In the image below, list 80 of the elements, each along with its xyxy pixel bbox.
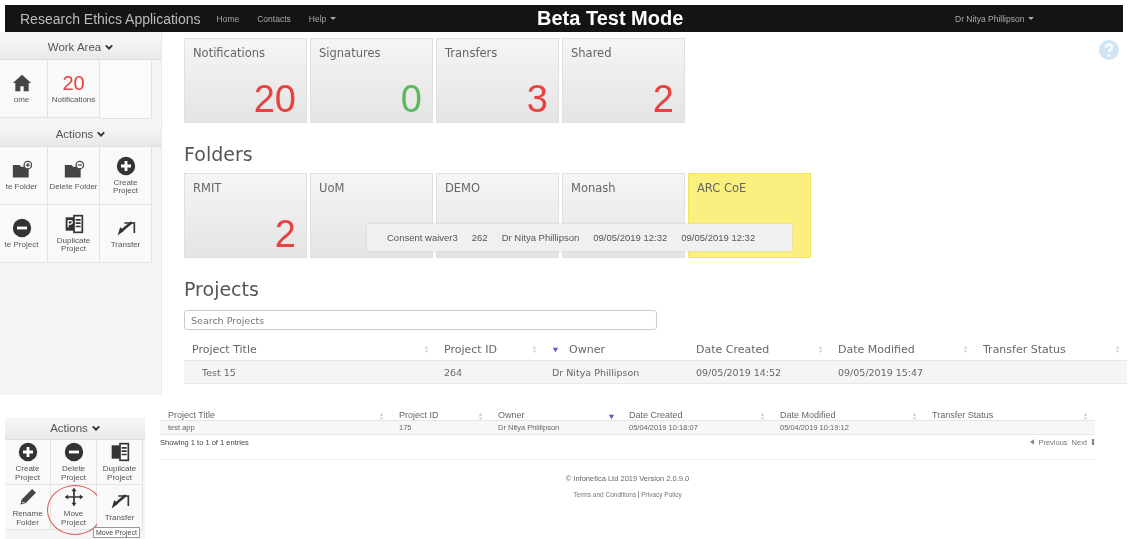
column-header[interactable]: Transfer Status: [932, 411, 994, 420]
user-menu[interactable]: Dr Nitya Phillipson: [955, 13, 1025, 24]
tile-count: 0: [400, 80, 422, 118]
column-header[interactable]: Date Created: [629, 411, 683, 420]
action-button[interactable]: Delete Folder: [48, 147, 100, 205]
move-arrows-icon: [63, 487, 84, 508]
column-header[interactable]: Project ID: [444, 342, 497, 356]
previous-arrow-icon: [1030, 439, 1035, 445]
help-icon[interactable]: [1099, 40, 1119, 60]
tile-label: Signatures: [319, 46, 381, 60]
empty-slot: [100, 60, 152, 119]
chevron-icon: [91, 424, 100, 432]
column-header[interactable]: Date Created: [696, 342, 770, 356]
column-header[interactable]: Owner: [498, 411, 525, 420]
tile-label: Shared: [571, 46, 612, 60]
tile-count: 3: [526, 80, 548, 118]
tile-label: Monash: [571, 181, 616, 195]
sidebar-button[interactable]: 20 Notifications: [48, 60, 100, 118]
summary-tile[interactable]: Shared 2: [562, 38, 685, 123]
action-button[interactable]: Transfer: [97, 485, 143, 530]
duplicate-icon: [63, 213, 84, 234]
action-button[interactable]: te Folder: [0, 147, 48, 205]
action-button[interactable]: Create Project: [100, 147, 152, 205]
row-text: 09/05/2019 12:32: [593, 232, 668, 243]
table-cell: Test 15: [184, 361, 436, 384]
chevron-icon: [105, 43, 114, 51]
column-header[interactable]: Date Modified: [838, 342, 915, 356]
table-cell: 09/05/2019 14:52: [688, 361, 830, 384]
app-title[interactable]: Research Ethics Applications: [20, 10, 201, 27]
summary-tile[interactable]: Notifications 20: [184, 38, 307, 123]
table-cell: 264: [436, 361, 544, 384]
mode-title: Beta Test Mode: [537, 7, 684, 30]
notification-count: 20: [62, 72, 85, 93]
folder-tile[interactable]: RMIT 2: [184, 173, 307, 258]
nav-link[interactable]: Contacts: [257, 13, 291, 24]
action-button[interactable]: Create Project: [5, 440, 51, 485]
duplicate-icon: [109, 442, 130, 463]
search-field[interactable]: Search Projects: [184, 310, 657, 330]
action-button[interactable]: Duplicate Project: [97, 440, 143, 485]
nav-link[interactable]: Home: [216, 13, 240, 24]
table-cell: 09/05/2019 15:47: [830, 361, 975, 384]
folder-plus-icon: [11, 159, 32, 180]
plus-circle-icon: [115, 155, 136, 176]
chevron-icon: [97, 130, 106, 138]
action-button[interactable]: Rename Folder: [5, 485, 51, 530]
column-header[interactable]: Project Title: [192, 342, 257, 356]
tile-label: Notifications: [193, 46, 265, 60]
action-button[interactable]: Delete Project: [51, 440, 97, 485]
tile-label: RMIT: [193, 181, 222, 195]
tile-count: 20: [253, 80, 296, 118]
summary-tile[interactable]: Signatures 0: [310, 38, 433, 123]
minus-circle-icon: [11, 217, 32, 238]
tile-count: 2: [274, 215, 296, 253]
tile-label: DEMO: [445, 181, 481, 195]
tile-label: ARC CoE: [697, 181, 747, 195]
table-cell: Dr Nitya Phillipson: [544, 361, 688, 384]
tile-count: 2: [652, 80, 674, 118]
caret-icon: [1028, 17, 1035, 20]
summary-tile[interactable]: Transfers 3: [436, 38, 559, 123]
house-icon: [11, 72, 32, 93]
column-header[interactable]: Owner: [569, 342, 605, 356]
action-button[interactable]: Transfer: [100, 205, 152, 263]
plus-circle-icon: [17, 442, 38, 463]
drag-tooltip[interactable]: Consent waiver3 262 Dr Nitya Phillipson 09/05/2019 12:32 09/05/2019 12:32: [367, 224, 792, 251]
column-header[interactable]: Date Modified: [780, 411, 836, 420]
section-title: Projects: [184, 278, 260, 300]
next-arrow-icon: [1091, 439, 1095, 445]
tile-label: UoM: [319, 181, 345, 195]
sidebar-button[interactable]: ome: [0, 60, 48, 118]
tile-label: Transfers: [445, 46, 498, 60]
column-header[interactable]: Project Title: [168, 411, 216, 420]
column-header[interactable]: Project ID: [399, 411, 439, 420]
nav-link[interactable]: Help: [308, 13, 327, 24]
folder-minus-icon: [63, 159, 84, 180]
row-text: 262: [471, 232, 488, 243]
action-button[interactable]: Duplicate Project: [48, 205, 100, 263]
column-header[interactable]: Transfer Status: [983, 342, 1066, 356]
section-title: Folders: [184, 143, 254, 165]
minus-circle-icon: [63, 442, 84, 463]
action-button[interactable]: te Project: [0, 205, 48, 263]
